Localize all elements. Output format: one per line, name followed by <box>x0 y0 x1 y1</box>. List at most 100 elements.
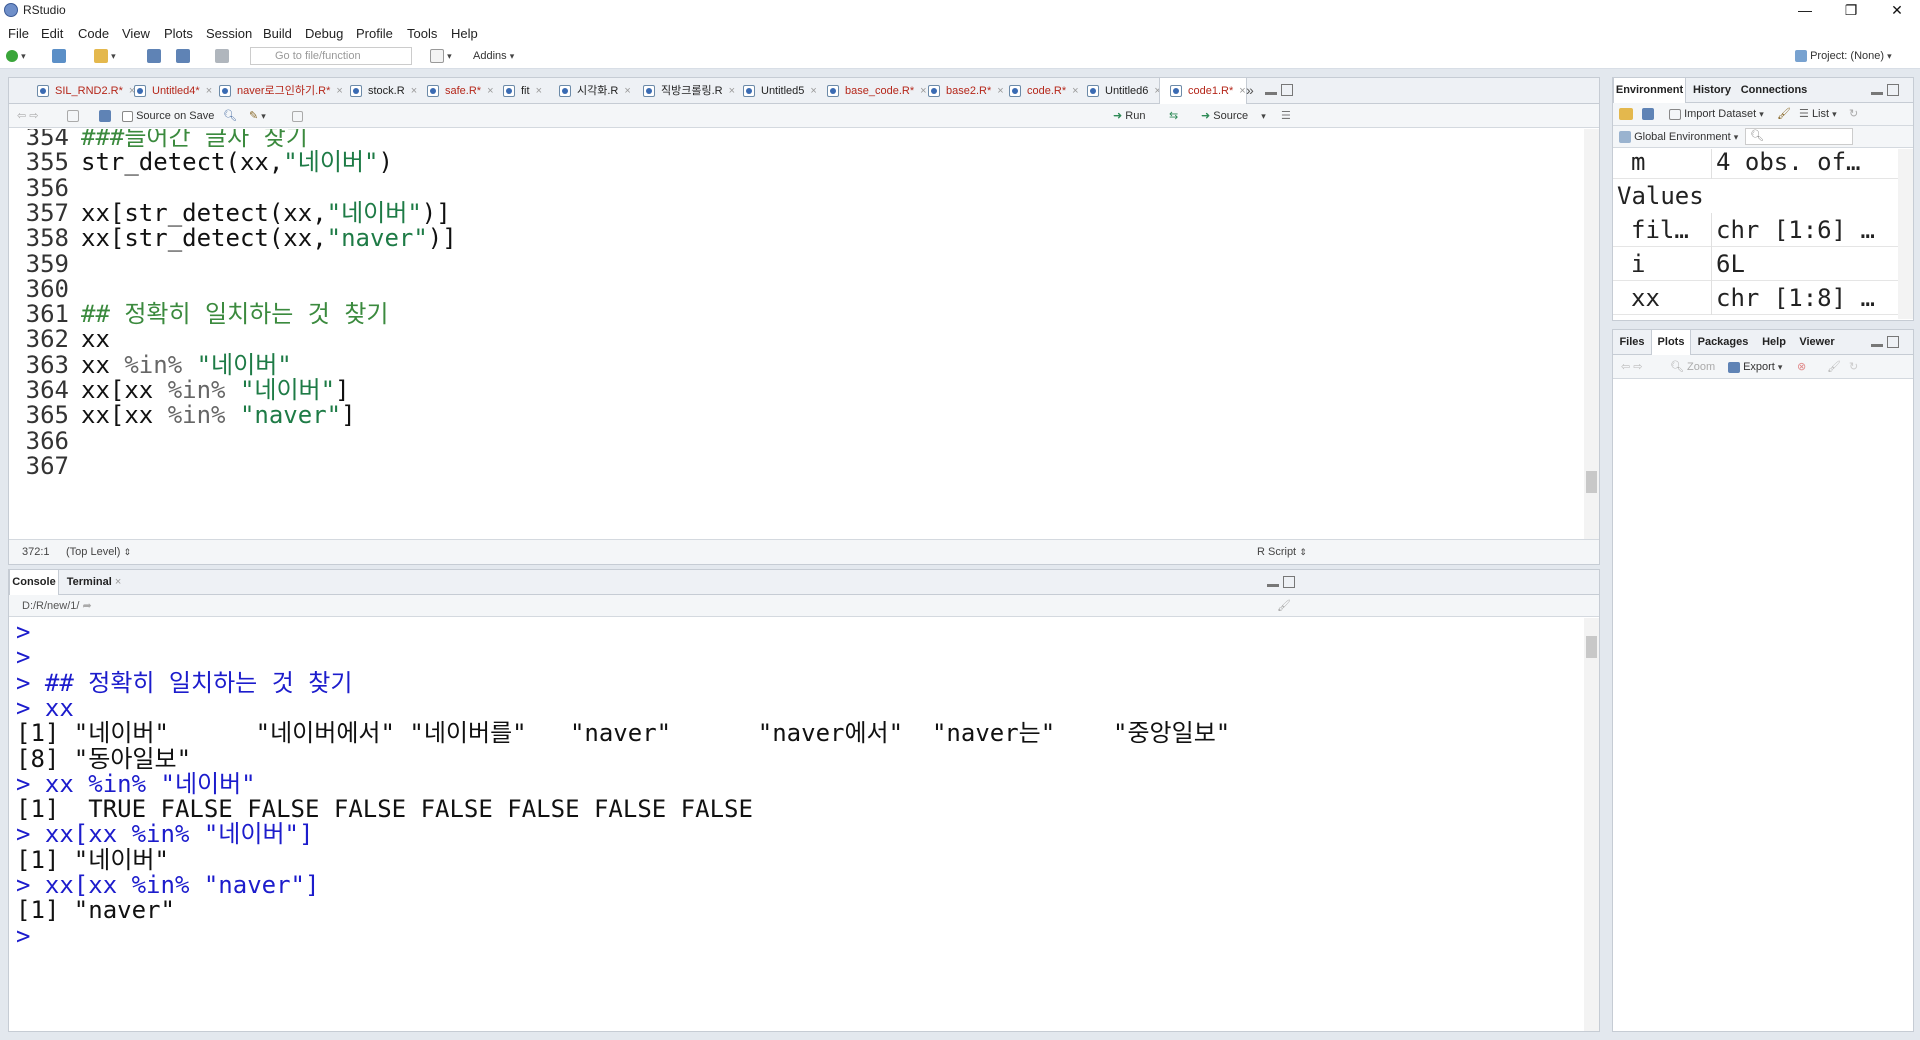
import-dataset-button[interactable]: Import Dataset ▾ <box>1669 106 1764 122</box>
tab-untitled6[interactable]: Untitled6 × <box>1077 78 1161 104</box>
prev-plot-icon[interactable]: ⇦ ⇨ <box>1621 359 1643 375</box>
grid-layout-icon[interactable]: ▾ <box>430 48 452 64</box>
tab-history[interactable]: History <box>1687 78 1737 103</box>
editor-scrollbar[interactable] <box>1584 129 1599 539</box>
source-on-save-checkbox[interactable]: Source on Save <box>122 108 214 124</box>
menu-help[interactable]: Help <box>451 26 478 41</box>
env-row[interactable]: fil… chr [1:6] … <box>1613 213 1898 247</box>
new-project-icon[interactable] <box>52 48 66 64</box>
menu-code[interactable]: Code <box>78 26 109 41</box>
scope-dropdown[interactable]: Global Environment ▾ <box>1619 129 1738 145</box>
tab-code1[interactable]: code1.R* × <box>1159 78 1247 105</box>
remove-plot-icon[interactable]: ⊗ <box>1797 359 1806 375</box>
export-button[interactable]: Export ▾ <box>1728 359 1782 375</box>
rerun-icon[interactable]: ⇆ <box>1169 108 1178 124</box>
menu-build[interactable]: Build <box>263 26 292 41</box>
tab-environment[interactable]: Environment <box>1613 78 1686 103</box>
save-all-icon[interactable] <box>176 48 190 64</box>
clear-env-icon[interactable]: 🖌︎ <box>1777 106 1791 122</box>
tab-naver-login[interactable]: naver로그인하기.R* × <box>209 78 343 104</box>
tab-viewer[interactable]: Viewer <box>1793 330 1841 355</box>
clear-plots-icon[interactable]: 🖌︎ <box>1827 359 1841 375</box>
console-output[interactable]: > > > ## 정확히 일치하는 것 찾기 > xx [1] "네이버" "네이버에서… <box>9 618 1584 1031</box>
zoom-button[interactable]: 🔍︎ Zoom <box>1670 359 1715 375</box>
menu-edit[interactable]: Edit <box>41 26 63 41</box>
menu-view[interactable]: View <box>122 26 150 41</box>
run-button[interactable]: ➜ Run <box>1113 108 1145 124</box>
new-file-icon[interactable]: ▾ <box>6 48 26 64</box>
console-scroll-thumb[interactable] <box>1586 636 1597 658</box>
tab-connections[interactable]: Connections <box>1738 78 1810 103</box>
menu-debug[interactable]: Debug <box>305 26 343 41</box>
menu-tools[interactable]: Tools <box>407 26 437 41</box>
tab-stock[interactable]: stock.R × <box>340 78 417 104</box>
env-minmax[interactable] <box>1871 84 1901 98</box>
menu-profile[interactable]: Profile <box>356 26 393 41</box>
env-row[interactable]: xx chr [1:8] … <box>1613 281 1898 315</box>
console-minmax[interactable] <box>1267 576 1297 590</box>
close-tab-icon[interactable]: × <box>536 85 542 97</box>
editor-scroll-thumb[interactable] <box>1586 471 1597 493</box>
tab-terminal[interactable]: Terminal × <box>61 570 127 595</box>
menu-file[interactable]: File <box>8 26 29 41</box>
refresh-plot-icon[interactable]: ↻ <box>1849 359 1858 375</box>
project-menu[interactable]: Project: (None) ▾ <box>1795 48 1892 64</box>
close-button[interactable]: ✕ <box>1874 0 1920 22</box>
filetype-selector[interactable]: R Script ⇕ <box>1257 540 1307 565</box>
env-row[interactable]: Values <box>1613 179 1898 213</box>
minimize-button[interactable]: — <box>1782 0 1828 22</box>
close-tab-icon[interactable]: × <box>1239 85 1245 97</box>
goto-file-input[interactable]: Go to file/function <box>250 47 412 65</box>
tab-help[interactable]: Help <box>1755 330 1793 355</box>
filetype-label: R Script <box>1257 546 1297 558</box>
menu-plots[interactable]: Plots <box>164 26 193 41</box>
view-mode-button[interactable]: ☰ List ▾ <box>1799 106 1837 122</box>
source-button[interactable]: ➜ Source ▾ <box>1201 108 1266 124</box>
tab-packages[interactable]: Packages <box>1692 330 1754 355</box>
scope-selector[interactable]: (Top Level) ⇕ <box>66 540 131 565</box>
outline-icon[interactable]: ☰ <box>1281 108 1291 124</box>
find-icon[interactable]: 🔍︎ <box>223 108 237 124</box>
menu-session[interactable]: Session <box>206 26 252 41</box>
tab-base2[interactable]: base2.R* × <box>918 78 1004 104</box>
env-search-input[interactable]: 🔍︎ <box>1745 128 1853 145</box>
addins-menu[interactable]: Addins ▾ <box>473 48 514 64</box>
save-icon[interactable] <box>147 48 161 64</box>
pane-minmax[interactable] <box>1265 84 1295 98</box>
close-tab-icon[interactable]: × <box>624 85 630 97</box>
save-workspace-icon[interactable] <box>1642 106 1654 122</box>
console-scrollbar[interactable] <box>1584 618 1599 1031</box>
tab-zigbang-crawling[interactable]: 직방크롤링.R × <box>633 78 735 104</box>
tab-sil-rnd2[interactable]: SIL_RND2.R* × <box>27 78 135 104</box>
restore-button[interactable]: ❐ <box>1828 0 1874 22</box>
tab-plots[interactable]: Plots <box>1651 330 1691 355</box>
load-workspace-icon[interactable] <box>1619 106 1633 122</box>
env-row[interactable]: m 4 obs. of… <box>1613 149 1898 179</box>
tab-base-code[interactable]: base_code.R* × <box>817 78 927 104</box>
back-arrow-icon[interactable]: ⇦ ⇨ <box>17 108 39 124</box>
code-tools-icon[interactable]: ✎ ▾ <box>249 108 266 124</box>
env-scrollbar[interactable] <box>1898 149 1913 319</box>
tab-code[interactable]: code.R* × <box>999 78 1079 104</box>
tab-console[interactable]: Console <box>9 570 59 595</box>
r-file-icon <box>827 85 839 97</box>
tab-safe[interactable]: safe.R* × <box>417 78 494 104</box>
close-tab-icon[interactable]: × <box>810 85 816 97</box>
more-tabs-icon[interactable]: » <box>1246 82 1254 98</box>
tab-files[interactable]: Files <box>1613 330 1651 355</box>
code-line[interactable]: 367 <box>9 451 1584 482</box>
refresh-icon[interactable]: ↻ <box>1849 106 1858 122</box>
tab-visualization[interactable]: 시각화.R × <box>549 78 631 104</box>
open-file-icon[interactable]: ▾ <box>94 48 116 64</box>
editor-save-icon[interactable] <box>99 108 111 124</box>
print-icon[interactable] <box>215 48 229 64</box>
env-row[interactable]: i 6L <box>1613 247 1898 281</box>
tab-untitled4[interactable]: Untitled4* × <box>124 78 212 104</box>
show-in-window-icon[interactable] <box>67 108 79 124</box>
code-editor[interactable]: 354 ###들어간 글자 찾기 355 str_detect(xx,"네이버") 35… <box>9 129 1584 539</box>
tab-untitled5[interactable]: Untitled5 × <box>733 78 817 104</box>
compile-report-icon[interactable] <box>292 108 303 124</box>
tab-fit[interactable]: fit × <box>493 78 542 104</box>
clear-console-icon[interactable]: 🖌︎ <box>1277 595 1291 617</box>
files-minmax[interactable] <box>1871 336 1901 350</box>
